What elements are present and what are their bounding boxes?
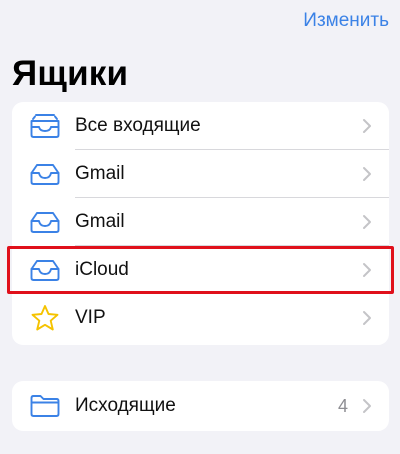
mailbox-label: Gmail (75, 163, 125, 184)
mailbox-row-gmail-2[interactable]: Gmail (12, 198, 389, 246)
mailboxes-screen: Изменить Ящики Все входящие Gmail Gmail … (0, 0, 400, 454)
mailbox-label: Исходящие (75, 395, 176, 416)
mailboxes-list: Все входящие Gmail Gmail iCloud VIP (12, 102, 389, 345)
folder-icon (29, 393, 61, 419)
mailbox-row-vip[interactable]: VIP (12, 294, 389, 342)
outbox-count-badge: 4 (337, 395, 348, 416)
chevron-right-icon (362, 262, 372, 278)
chevron-right-icon (362, 398, 372, 414)
inbox-tray-icon (29, 257, 61, 283)
mailbox-label: Все входящие (75, 115, 201, 136)
chevron-right-icon (362, 166, 372, 182)
inbox-tray-icon (29, 209, 61, 235)
all-inboxes-tray-icon (29, 113, 61, 139)
mailbox-row-icloud[interactable]: iCloud (12, 246, 389, 294)
chevron-right-icon (362, 118, 372, 134)
chevron-right-icon (362, 310, 372, 326)
mailbox-label: iCloud (75, 259, 129, 280)
outbox-section: Исходящие 4 (12, 381, 389, 431)
mailbox-row-outbox[interactable]: Исходящие 4 (12, 381, 389, 431)
mailbox-label: VIP (75, 307, 106, 328)
page-title: Ящики (12, 54, 129, 93)
mailbox-label: Gmail (75, 211, 125, 232)
mailbox-row-all-inboxes[interactable]: Все входящие (12, 102, 389, 150)
inbox-tray-icon (29, 161, 61, 187)
edit-button[interactable]: Изменить (303, 10, 389, 32)
chevron-right-icon (362, 214, 372, 230)
mailbox-row-gmail-1[interactable]: Gmail (12, 150, 389, 198)
star-icon (29, 305, 61, 331)
